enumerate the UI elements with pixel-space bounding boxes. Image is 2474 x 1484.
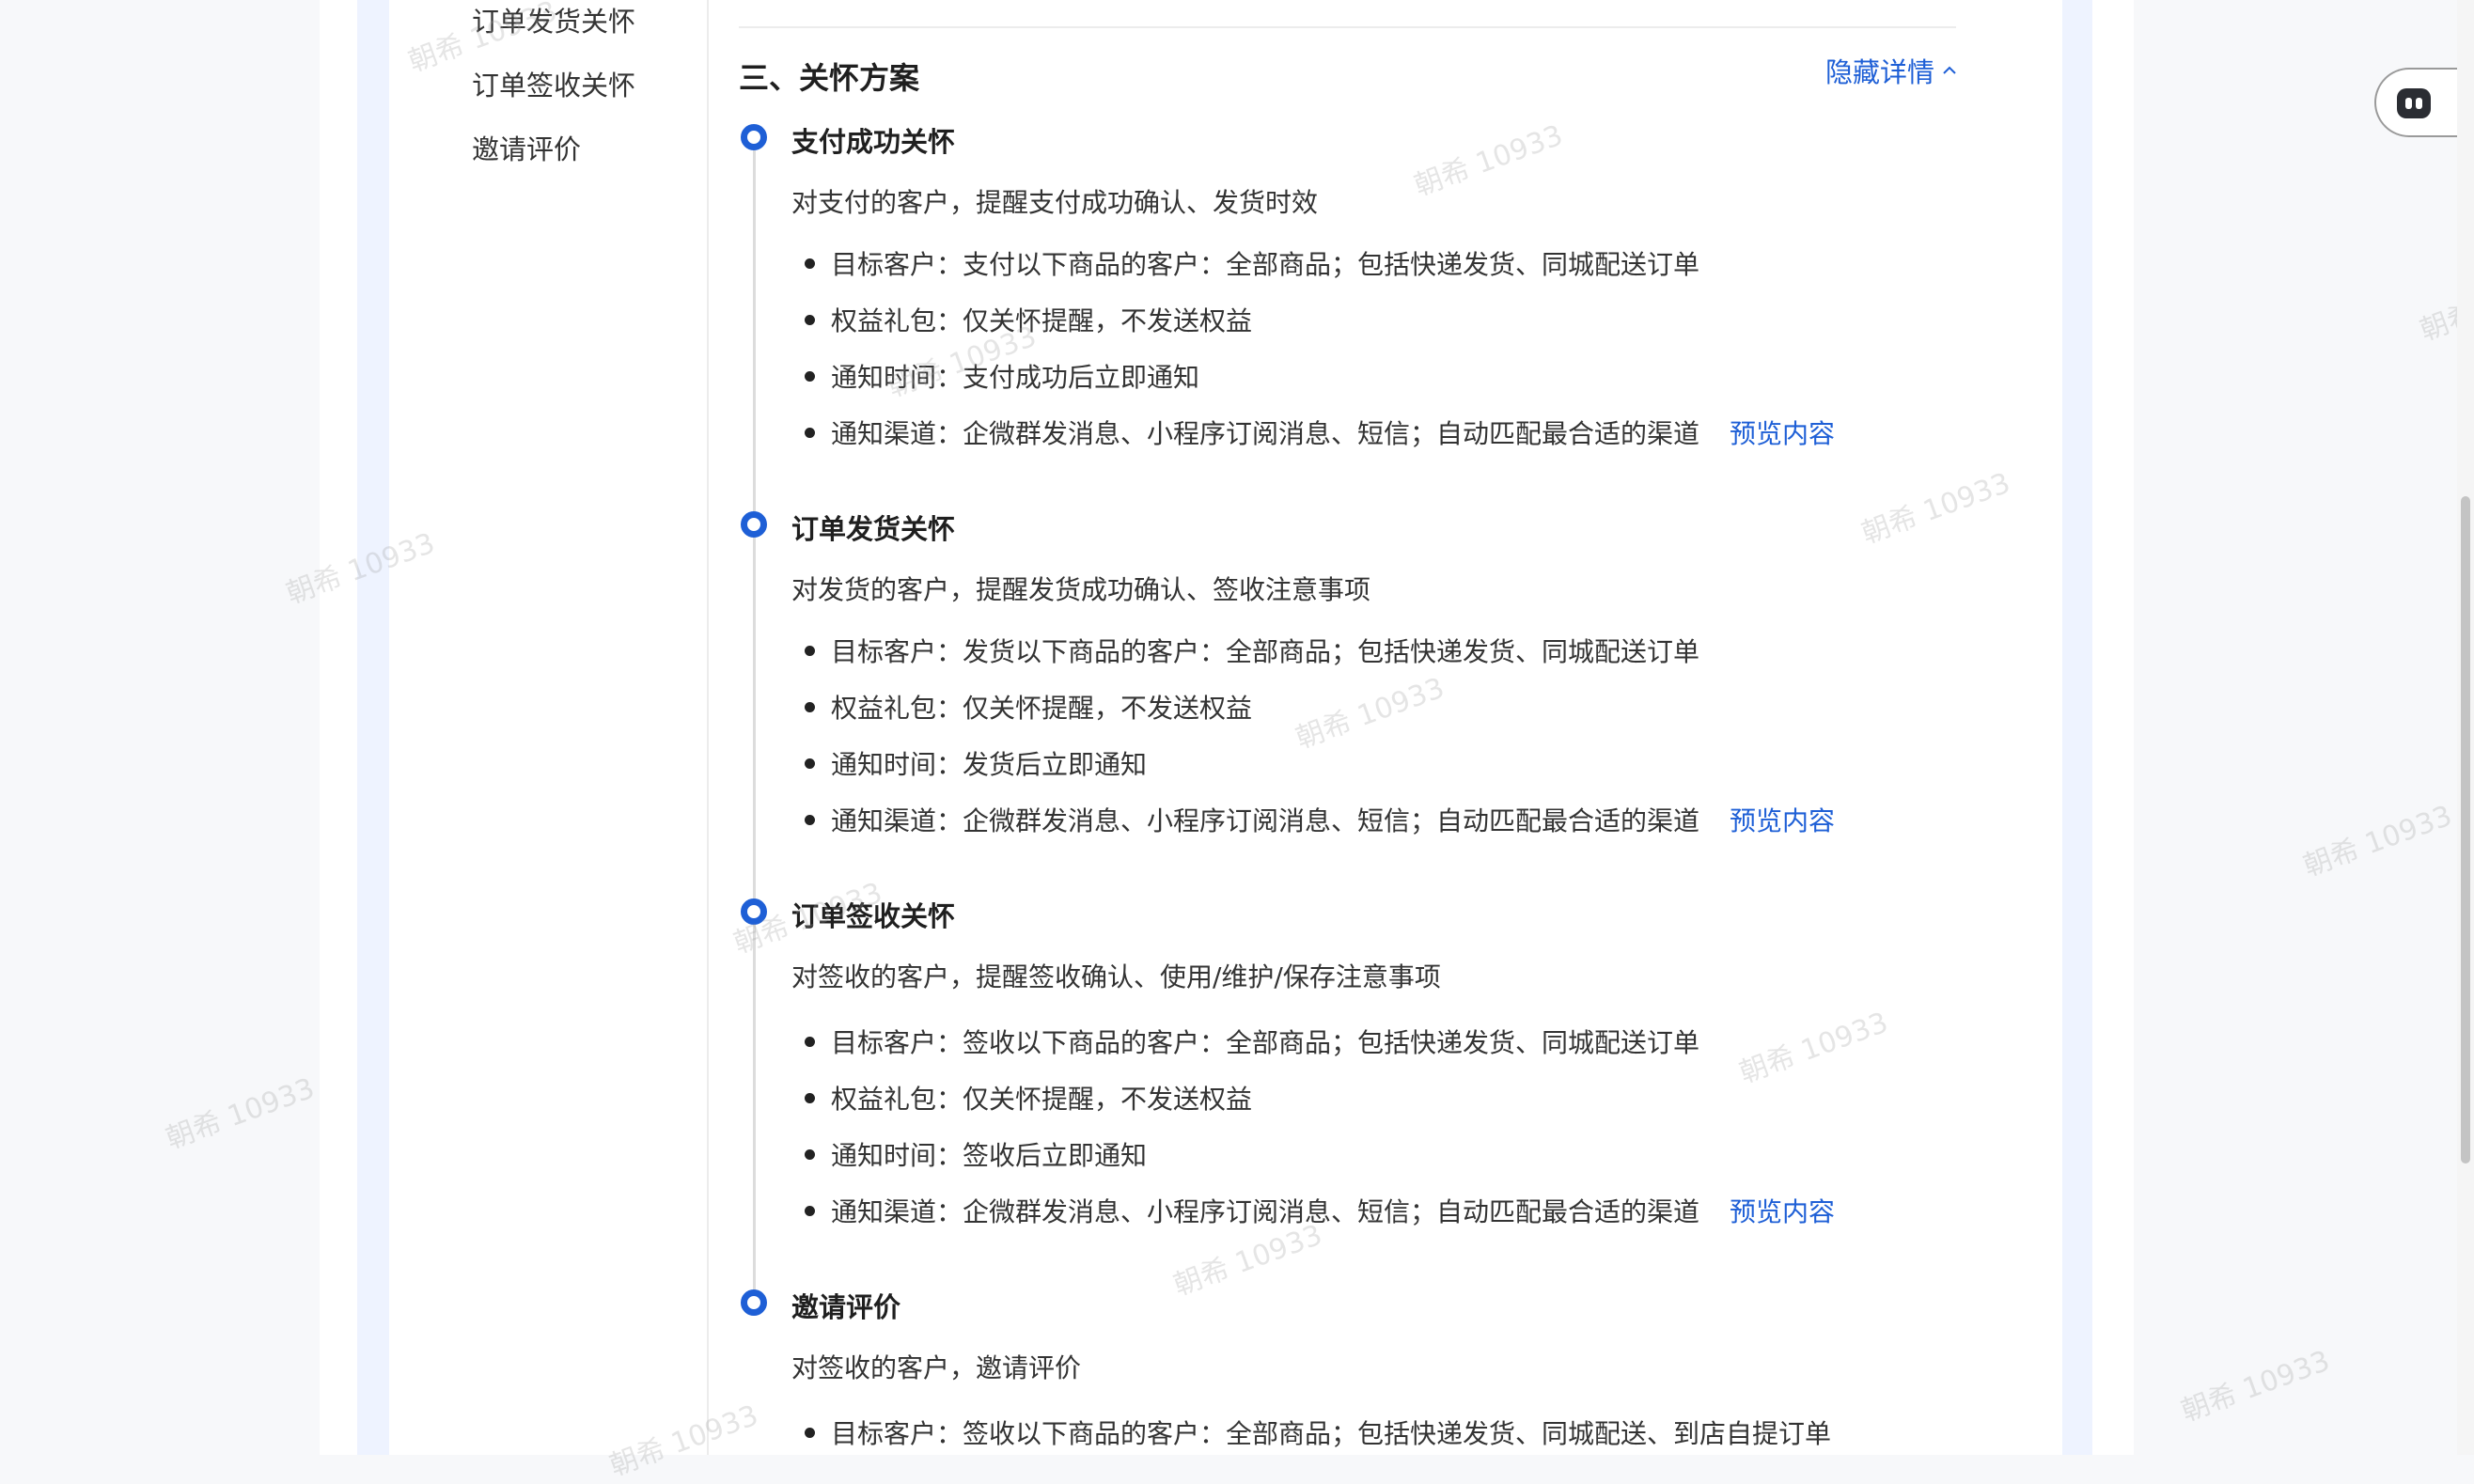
robot-icon	[2397, 88, 2431, 118]
care-item-title: 邀请评价	[791, 1291, 901, 1323]
bullet-text: 权益礼包：仅关怀提醒，不发送权益	[831, 1084, 1253, 1115]
bullet-text: 通知渠道：企微群发消息、小程序订阅消息、短信；自动匹配最合适的渠道	[831, 418, 1700, 449]
watermark: 朝希 10933	[2177, 1344, 2335, 1429]
care-item-bullet: 通知渠道：企微群发消息、小程序订阅消息、短信；自动匹配最合适的渠道 预览内容	[805, 1192, 1835, 1229]
timeline-line	[753, 150, 756, 1297]
bullet-text: 通知时间：支付成功后立即通知	[831, 362, 1200, 393]
sidebar-item-review-invite[interactable]: 邀请评价	[472, 128, 581, 167]
care-item-bullet: 通知时间：发货后立即通知	[805, 744, 1147, 782]
care-item-bullet: 目标客户：签收以下商品的客户：全部商品；包括快递发货、同城配送、到店自提订单	[805, 1414, 1831, 1451]
bullet-dot-icon	[805, 314, 815, 325]
bullet-dot-icon	[805, 701, 815, 712]
bullet-dot-icon	[805, 1205, 815, 1216]
bullet-dot-icon	[805, 370, 815, 382]
bullet-text: 目标客户：支付以下商品的客户：全部商品；包括快递发货、同城配送订单	[831, 249, 1700, 280]
bullet-dot-icon	[805, 814, 815, 825]
timeline-node-icon	[741, 124, 767, 150]
bullet-text: 目标客户：发货以下商品的客户：全部商品；包括快递发货、同城配送订单	[831, 636, 1700, 667]
section-divider	[739, 26, 1956, 28]
scrollbar-thumb[interactable]	[2461, 496, 2470, 1164]
care-item-desc: 对签收的客户，提醒签收确认、使用/维护/保存注意事项	[791, 961, 1441, 992]
robot-eye	[2405, 98, 2412, 109]
care-item-title: 订单签收关怀	[791, 900, 956, 932]
sidebar-divider	[707, 0, 709, 1455]
care-item-bullet: 权益礼包：仅关怀提醒，不发送权益	[805, 1079, 1252, 1117]
bullet-text: 目标客户：签收以下商品的客户：全部商品；包括快递发货、同城配送、到店自提订单	[831, 1418, 1832, 1449]
bullet-dot-icon	[805, 258, 815, 269]
watermark: 朝希 10933	[2299, 799, 2457, 883]
bullet-dot-icon	[805, 1148, 815, 1160]
care-item-bullet: 通知渠道：企微群发消息、小程序订阅消息、短信；自动匹配最合适的渠道 预览内容	[805, 414, 1835, 451]
preview-content-link[interactable]: 预览内容	[1730, 1192, 1835, 1229]
sidebar-item-order-receipt-care[interactable]: 订单签收关怀	[472, 64, 635, 103]
care-item-bullet: 通知时间：签收后立即通知	[805, 1135, 1147, 1173]
bullet-dot-icon	[805, 1036, 815, 1047]
bullet-text: 权益礼包：仅关怀提醒，不发送权益	[831, 305, 1253, 336]
bullet-text: 通知时间：签收后立即通知	[831, 1140, 1148, 1171]
care-item-bullet: 目标客户：支付以下商品的客户：全部商品；包括快递发货、同城配送订单	[805, 244, 1699, 282]
care-item-bullet: 通知渠道：企微群发消息、小程序订阅消息、短信；自动匹配最合适的渠道 预览内容	[805, 801, 1835, 838]
care-item-desc: 对签收的客户，邀请评价	[791, 1352, 1082, 1383]
bullet-text: 通知渠道：企微群发消息、小程序订阅消息、短信；自动匹配最合适的渠道	[831, 1196, 1700, 1227]
robot-eye	[2416, 98, 2422, 109]
watermark: 朝希 10933	[162, 1071, 320, 1156]
care-item-bullet: 权益礼包：仅关怀提醒，不发送权益	[805, 301, 1252, 338]
care-item-desc: 对发货的客户，提醒发货成功确认、签收注意事项	[791, 574, 1371, 605]
bullet-dot-icon	[805, 645, 815, 656]
bullet-text: 通知渠道：企微群发消息、小程序订阅消息、短信；自动匹配最合适的渠道	[831, 805, 1700, 836]
bullet-dot-icon	[805, 1092, 815, 1103]
bullet-text: 权益礼包：仅关怀提醒，不发送权益	[831, 693, 1253, 724]
care-item-title: 订单发货关怀	[791, 513, 956, 545]
preview-content-link[interactable]: 预览内容	[1730, 801, 1835, 838]
care-item-title: 支付成功关怀	[791, 126, 956, 158]
care-item-desc: 对支付的客户，提醒支付成功确认、发货时效	[791, 187, 1319, 218]
timeline-node-icon	[741, 898, 767, 925]
timeline-node-icon	[741, 511, 767, 538]
toggle-label: 隐藏详情	[1825, 56, 1935, 88]
bullet-text: 目标客户：签收以下商品的客户：全部商品；包括快递发货、同城配送订单	[831, 1027, 1700, 1058]
bullet-text: 通知时间：发货后立即通知	[831, 749, 1148, 780]
bullet-dot-icon	[805, 427, 815, 438]
bullet-dot-icon	[805, 758, 815, 769]
chevron-up-icon	[1940, 55, 1959, 86]
care-item-bullet: 目标客户：签收以下商品的客户：全部商品；包括快递发货、同城配送订单	[805, 1023, 1699, 1060]
care-item-bullet: 目标客户：发货以下商品的客户：全部商品；包括快递发货、同城配送订单	[805, 632, 1699, 669]
hide-details-toggle[interactable]: 隐藏详情	[1825, 51, 1959, 90]
sidebar-nav: 订单发货关怀 订单签收关怀 邀请评价	[389, 0, 707, 1455]
preview-content-link[interactable]: 预览内容	[1730, 414, 1835, 451]
section-title: 三、关怀方案	[739, 60, 920, 96]
bullet-dot-icon	[805, 1427, 815, 1438]
timeline-node-icon	[741, 1289, 767, 1316]
care-item-bullet: 权益礼包：仅关怀提醒，不发送权益	[805, 688, 1252, 726]
sidebar-item-order-shipping-care[interactable]: 订单发货关怀	[472, 0, 635, 39]
care-item-bullet: 通知时间：支付成功后立即通知	[805, 357, 1199, 395]
